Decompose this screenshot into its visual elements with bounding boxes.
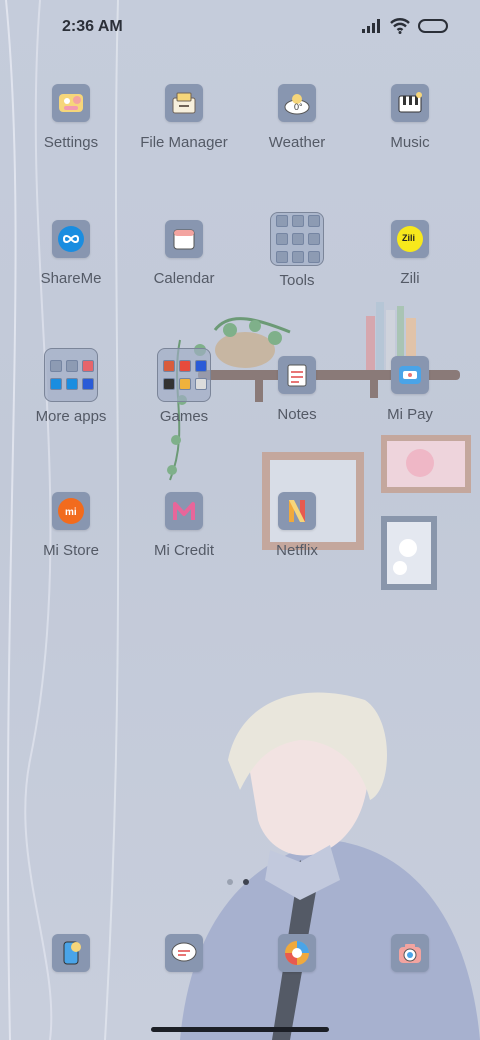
mi-store-icon: mi <box>52 492 90 530</box>
browser-icon <box>278 934 316 972</box>
page-dot[interactable] <box>227 879 233 885</box>
battery-icon <box>418 19 448 33</box>
page-dot-active[interactable] <box>243 879 249 885</box>
svg-text:mi: mi <box>65 507 77 518</box>
app-mi-pay[interactable]: Mi Pay <box>353 346 467 456</box>
calendar-icon <box>165 220 203 258</box>
folder-more-apps[interactable]: More apps <box>14 346 128 456</box>
mi-pay-icon <box>391 356 429 394</box>
folder-tools[interactable]: Tools <box>240 210 354 320</box>
app-label: Notes <box>277 406 317 423</box>
app-file-manager[interactable]: File Manager <box>127 74 241 184</box>
wifi-icon <box>390 18 410 34</box>
shareme-icon <box>52 220 90 258</box>
app-zili[interactable]: Zili Zili <box>353 210 467 320</box>
page-indicator <box>227 879 249 885</box>
svg-text:Zili: Zili <box>402 233 415 243</box>
app-label: Mi Pay <box>387 406 433 423</box>
app-label: Mi Store <box>43 542 99 559</box>
app-label: Music <box>390 134 430 151</box>
app-label: Settings <box>43 134 99 151</box>
app-label: Weather <box>268 134 326 151</box>
app-label: ShareMe <box>40 270 102 287</box>
settings-icon <box>52 84 90 122</box>
dock-camera[interactable] <box>353 924 467 984</box>
file-manager-icon <box>165 84 203 122</box>
app-settings[interactable]: Settings <box>14 74 128 184</box>
phone-icon <box>52 934 90 972</box>
svg-text:0°: 0° <box>294 102 303 112</box>
netflix-icon <box>278 492 316 530</box>
app-label: File Manager <box>140 134 228 151</box>
dock-phone[interactable] <box>14 924 128 984</box>
app-label: Tools <box>279 272 315 289</box>
app-calendar[interactable]: Calendar <box>127 210 241 320</box>
status-icons <box>362 18 450 34</box>
tools-folder-icon <box>270 212 324 266</box>
weather-icon: 0° <box>278 84 316 122</box>
app-label: Calendar <box>153 270 215 287</box>
app-netflix[interactable]: Netflix <box>240 482 354 592</box>
notes-icon <box>278 356 316 394</box>
mi-credit-icon <box>165 492 203 530</box>
status-time: 2:36 AM <box>62 18 123 35</box>
messages-icon <box>165 934 203 972</box>
app-label: More apps <box>35 408 107 425</box>
app-shareme[interactable]: ShareMe <box>14 210 128 320</box>
games-folder-icon <box>157 348 211 402</box>
signal-icon <box>362 19 380 33</box>
dock-messages[interactable] <box>127 924 241 984</box>
app-weather[interactable]: 0° Weather <box>240 74 354 184</box>
music-icon <box>391 84 429 122</box>
status-bar: 2:36 AM <box>0 0 480 56</box>
app-mi-store[interactable]: mi Mi Store <box>14 482 128 592</box>
app-notes[interactable]: Notes <box>240 346 354 456</box>
camera-icon <box>391 934 429 972</box>
dock-browser[interactable] <box>240 924 354 984</box>
folder-games[interactable]: Games <box>127 346 241 456</box>
app-mi-credit[interactable]: Mi Credit <box>127 482 241 592</box>
app-label: Mi Credit <box>153 542 214 559</box>
app-label: Games <box>159 408 209 425</box>
app-label: Netflix <box>276 542 318 559</box>
dock <box>14 924 466 994</box>
home-gesture-bar[interactable] <box>151 1027 329 1032</box>
more-apps-folder-icon <box>44 348 98 402</box>
app-music[interactable]: Music <box>353 74 467 184</box>
zili-icon: Zili <box>391 220 429 258</box>
app-label: Zili <box>400 270 420 287</box>
